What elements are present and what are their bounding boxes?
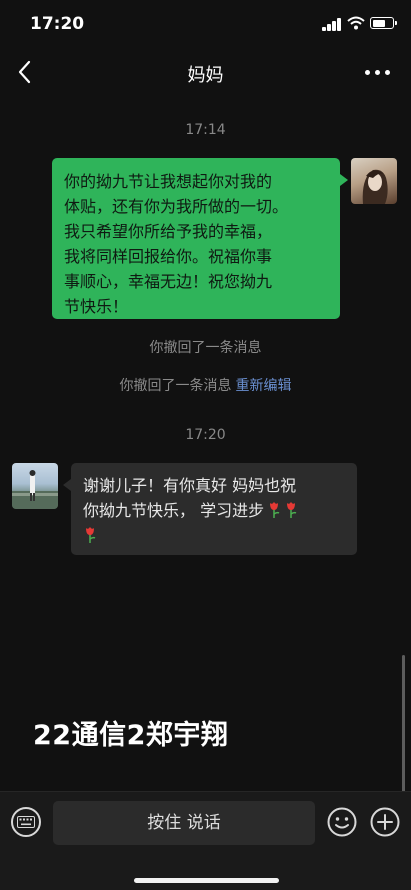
keyboard-icon[interactable]	[11, 807, 41, 837]
scrollbar[interactable]	[402, 655, 405, 795]
received-message-line-3	[83, 523, 345, 548]
recall-notice-text: 你撤回了一条消息	[119, 378, 232, 394]
hold-to-talk-button[interactable]: 按住 说话	[53, 801, 315, 845]
sent-message[interactable]: 你的拗九节让我想起你对我的 体贴，还有你为我所做的一切。 我只希望你所给予我的幸…	[52, 158, 348, 319]
contact-avatar[interactable]	[12, 463, 58, 509]
recall-notice: 你撤回了一条消息	[149, 340, 262, 356]
flower-icon	[287, 502, 297, 518]
nav-bar: 妈妈	[0, 50, 411, 96]
input-bar: 按住 说话	[0, 791, 411, 890]
recall-notice-reedit: 你撤回了一条消息 重新编辑	[0, 375, 411, 395]
emoji-icon[interactable]	[327, 807, 357, 837]
reedit-link[interactable]: 重新编辑	[236, 378, 292, 394]
my-avatar[interactable]	[351, 158, 397, 204]
status-bar: 17:20	[0, 0, 411, 50]
flower-icon	[86, 527, 96, 543]
watermark-text: 22通信2郑宇翔	[33, 720, 229, 751]
received-message-line: 谢谢儿子！有你真好 妈妈也祝	[83, 476, 297, 495]
received-message[interactable]: 谢谢儿子！有你真好 妈妈也祝 你拗九节快乐， 学习进步	[63, 463, 357, 555]
timestamp: 17:20	[185, 427, 226, 443]
chat-title: 妈妈	[187, 65, 224, 86]
status-time: 17:20	[30, 14, 85, 34]
received-message-text: 你拗九节快乐， 学习进步	[83, 501, 265, 520]
signal-icon	[322, 18, 342, 31]
received-message-line-2: 你拗九节快乐， 学习进步	[83, 498, 345, 523]
flower-icon	[270, 502, 280, 518]
battery-icon	[370, 17, 397, 29]
home-indicator	[134, 878, 279, 883]
more-icon[interactable]	[365, 70, 393, 76]
plus-icon[interactable]	[370, 807, 400, 837]
timestamp: 17:14	[185, 122, 226, 138]
wifi-icon	[347, 16, 365, 30]
